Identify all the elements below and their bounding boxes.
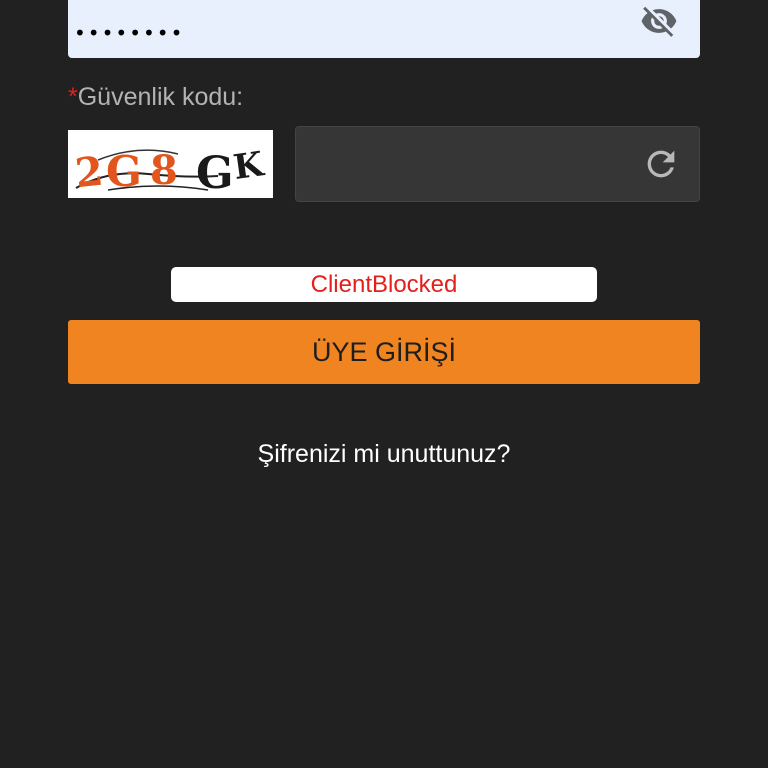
svg-text:2: 2 bbox=[73, 148, 106, 198]
captcha-input-wrapper bbox=[295, 126, 700, 202]
error-message: ClientBlocked bbox=[171, 267, 597, 302]
captcha-image: 2 G 8 G K bbox=[68, 130, 273, 198]
svg-text:8: 8 bbox=[150, 147, 178, 194]
captcha-label: *Güvenlik kodu: bbox=[68, 82, 243, 112]
captcha-label-text: Güvenlik kodu: bbox=[77, 83, 244, 111]
svg-text:G: G bbox=[196, 148, 234, 198]
refresh-icon[interactable] bbox=[641, 144, 681, 184]
eye-off-icon[interactable] bbox=[640, 2, 678, 40]
captcha-input[interactable] bbox=[296, 127, 616, 201]
password-field bbox=[68, 0, 700, 58]
forgot-password-link[interactable]: Şifrenizi mi unuttunuz? bbox=[0, 438, 768, 470]
password-input[interactable] bbox=[68, 0, 628, 58]
svg-text:G: G bbox=[106, 147, 142, 196]
login-button[interactable]: ÜYE GİRİŞİ bbox=[68, 320, 700, 384]
required-mark: * bbox=[68, 83, 78, 111]
login-form: *Güvenlik kodu: 2 G 8 G K ClientBlocked … bbox=[0, 0, 768, 768]
